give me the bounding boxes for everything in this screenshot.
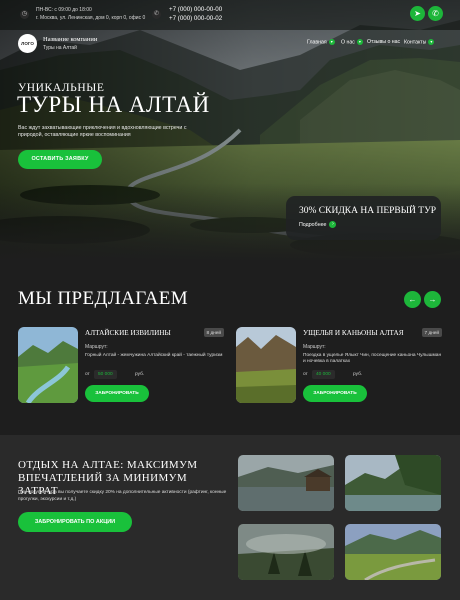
- address: г. Москва, ул. Ленинская, дом 0, корп 0,…: [36, 15, 146, 21]
- tour-card: УЩЕЛЬЯ И КАНЬОНЫ АЛТАЯ 7 дней Маршрут: П…: [236, 327, 442, 407]
- nav-item-reviews[interactable]: Отзывы о нас: [367, 39, 400, 45]
- leave-request-button[interactable]: ОСТАВИТЬ ЗАЯВКУ: [18, 150, 102, 169]
- book-button[interactable]: ЗАБРОНИРОВАТЬ: [303, 385, 367, 402]
- nav-item-contacts[interactable]: Контакты ▾: [404, 39, 435, 46]
- logo[interactable]: ЛОГО: [18, 34, 37, 53]
- tour-photo[interactable]: [236, 327, 296, 403]
- nav-label: Контакты: [404, 39, 427, 46]
- promo-card: 30% СКИДКА НА ПЕРВЫЙ ТУР Подробнее ›: [286, 196, 441, 240]
- route-text: Поездка в ущелье Ялыкт Чин, посещение ка…: [303, 353, 442, 365]
- price-value: 50 000: [94, 370, 117, 379]
- tour-title: АЛТАЙСКИЕ ИЗВИЛИНЫ: [85, 329, 171, 337]
- gallery-image-lake-pavilion[interactable]: [238, 455, 334, 511]
- hero-description: Вас ждут захватывающие приключения и вдо…: [18, 125, 187, 138]
- book-button[interactable]: ЗАБРОНИРОВАТЬ: [85, 385, 149, 402]
- nav-label: О нас: [341, 39, 355, 46]
- arrow-right-icon[interactable]: →: [424, 291, 441, 308]
- route-label: Маршрут:: [85, 344, 108, 350]
- phone-secondary[interactable]: +7 (000) 000-00-02: [169, 15, 222, 22]
- promo-section: ОТДЫХ НА АЛТАЕ: МАКСИМУМ ВПЕЧАТЛЕНИЙ ЗА …: [0, 435, 460, 600]
- hero-title: ТУРЫ НА АЛТАЙ: [17, 92, 210, 117]
- telegram-icon[interactable]: ➤: [410, 6, 425, 21]
- price-currency: руб.: [353, 372, 363, 377]
- gallery-image-river[interactable]: [345, 455, 441, 511]
- hero-section: ◷ ПН-ВС: с 09:00 до 18:00 г. Москва, ул.…: [0, 0, 460, 262]
- phone-icon: ✆: [152, 10, 161, 19]
- route-text: Горный Алтай - жемчужина Алтайский край …: [85, 353, 223, 358]
- chevron-down-icon: ▾: [428, 39, 435, 45]
- company-name: Название компании: [43, 36, 98, 43]
- working-hours: ПН-ВС: с 09:00 до 18:00: [36, 7, 92, 13]
- promo-section-description: При покупке тура вы получаете скидку 20%…: [18, 490, 227, 502]
- nav-label: Отзывы о нас: [367, 39, 401, 45]
- arrow-left-icon[interactable]: ←: [404, 291, 421, 308]
- chevron-down-icon: ▾: [328, 39, 335, 45]
- company-tagline: Туры на Алтай: [43, 45, 77, 51]
- offers-title: МЫ ПРЕДЛАГАЕМ: [18, 288, 189, 309]
- route-label: Маршрут:: [303, 344, 326, 350]
- price-from: от: [303, 372, 308, 377]
- promo-title: 30% СКИДКА НА ПЕРВЫЙ ТУР: [299, 206, 437, 216]
- promo-more-link[interactable]: Подробнее ›: [299, 221, 337, 228]
- nav-item-home[interactable]: Главная ▾: [307, 39, 335, 45]
- price-from: от: [85, 372, 90, 377]
- tour-photo[interactable]: [18, 327, 78, 403]
- nav-label: Главная: [307, 39, 327, 46]
- chevron-down-icon: ▾: [356, 39, 363, 45]
- duration-badge: 7 дней: [421, 328, 442, 337]
- clock-icon: ◷: [20, 10, 29, 19]
- whatsapp-icon[interactable]: ✆: [428, 6, 443, 21]
- tour-card: АЛТАЙСКИЕ ИЗВИЛИНЫ 8 дней Маршрут: Горны…: [18, 327, 224, 407]
- price-value: 40 000: [312, 370, 335, 379]
- offers-section: МЫ ПРЕДЛАГАЕМ ← → АЛТАЙСКИЕ ИЗВИЛИНЫ 8 д…: [0, 262, 460, 435]
- arrow-right-icon: ›: [329, 221, 337, 228]
- duration-badge: 8 дней: [203, 328, 224, 337]
- tour-title: УЩЕЛЬЯ И КАНЬОНЫ АЛТАЯ: [303, 329, 404, 337]
- gallery-image-foggy-forest[interactable]: [238, 524, 334, 580]
- price-currency: руб.: [135, 372, 145, 377]
- gallery-image-valley-road[interactable]: [345, 524, 441, 580]
- phone-primary[interactable]: +7 (000) 000-00-00: [169, 6, 222, 13]
- book-promo-button[interactable]: ЗАБРОНИРОВАТЬ ПО АКЦИИ: [18, 512, 132, 532]
- promo-link-label: Подробнее: [299, 221, 327, 228]
- nav-item-about[interactable]: О нас ▾: [341, 39, 363, 45]
